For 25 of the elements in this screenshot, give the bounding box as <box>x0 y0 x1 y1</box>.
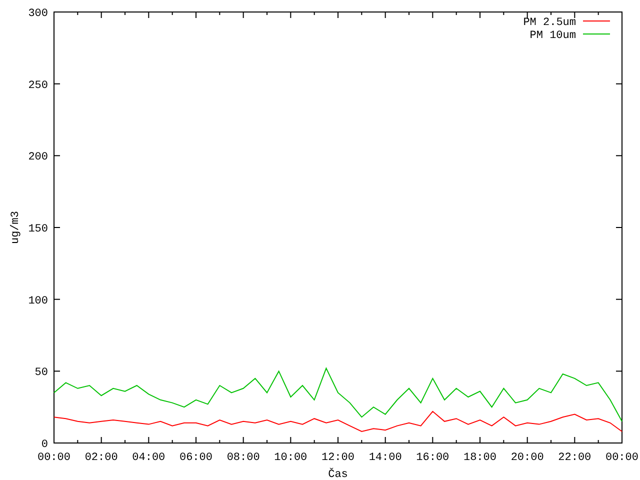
legend-label: PM 10um <box>530 30 576 42</box>
axis-title: Čas <box>328 469 348 480</box>
tick-label: 02:00 <box>84 452 118 464</box>
tick-label: 0 <box>41 439 48 451</box>
tick-label: 14:00 <box>368 452 402 464</box>
legend-line <box>582 20 610 22</box>
tick-label: 100 <box>28 295 48 308</box>
tick-label: 18:00 <box>464 452 496 464</box>
tick-label: 04:00 <box>132 452 166 464</box>
tick-label: 300 <box>28 8 48 20</box>
axis-title: ug/m3 <box>10 211 22 244</box>
tick-label: 12:00 <box>322 452 354 464</box>
tick-label: 22:00 <box>558 452 592 464</box>
tick-label: 50 <box>34 367 48 380</box>
tick-label: 08:00 <box>226 452 260 464</box>
tick-label: 250 <box>28 80 48 92</box>
tick-label: 20:00 <box>510 452 544 464</box>
tick-label: 16:00 <box>416 452 450 464</box>
tick-label: 150 <box>28 224 48 236</box>
tick-label: 06:00 <box>180 452 212 464</box>
tick-label: 00:00 <box>38 452 70 464</box>
tick-label: 10:00 <box>274 452 308 464</box>
tick-label: 200 <box>28 152 48 164</box>
legend-label: PM 2.5um <box>523 17 576 29</box>
tick-label: 00:00 <box>606 452 638 464</box>
